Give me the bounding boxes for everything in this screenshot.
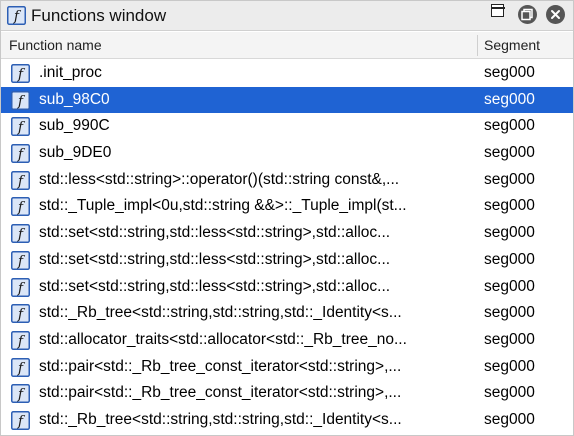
function-segment: seg000 xyxy=(484,250,535,268)
function-name: .init_proc xyxy=(39,64,102,81)
function-f-icon: f xyxy=(11,144,30,164)
function-name: std::pair<std::_Rb_tree_const_iterator<s… xyxy=(39,357,402,375)
title-bar[interactable]: f Functions window xyxy=(1,1,573,31)
function-f-icon: f xyxy=(11,330,30,350)
function-name: std::set<std::string,std::less<std::stri… xyxy=(39,250,391,268)
function-name: sub_98C0 xyxy=(39,90,110,108)
function-list: f .init_proc seg000 f sub_98C0 seg000 f sub_990… xyxy=(1,60,573,434)
function-name: sub_990C xyxy=(39,117,110,135)
function-f-icon: f xyxy=(11,90,30,110)
function-row[interactable]: f std::allocator_traits<std::allocator<st… xyxy=(1,327,573,354)
function-name: std::_Rb_tree<std::string,std::string,st… xyxy=(39,410,402,428)
function-row[interactable]: f .init_proc seg000 xyxy=(1,60,573,87)
function-name: std::_Tuple_impl<0u,std::string &&>::_Tu… xyxy=(39,197,407,215)
function-name: std::pair<std::_Rb_tree_const_iterator<s… xyxy=(39,384,402,402)
functions-window: f Functions window Function name Segment… xyxy=(0,0,574,436)
function-segment: seg000 xyxy=(484,330,535,348)
function-row[interactable]: f std::pair<std::_Rb_tree_const_iterator<… xyxy=(1,380,573,407)
function-row[interactable]: f std::_Rb_tree<std::string,std::string,s… xyxy=(1,300,573,327)
function-segment: seg000 xyxy=(484,410,535,428)
function-f-icon: f xyxy=(7,6,26,25)
column-header: Function name Segment xyxy=(1,32,573,59)
function-segment: seg000 xyxy=(484,357,535,375)
function-segment: seg000 xyxy=(484,304,535,322)
restore-icon[interactable] xyxy=(518,5,537,24)
function-f-icon: f xyxy=(11,357,30,377)
function-row[interactable]: f std::set<std::string,std::less<std::str… xyxy=(1,247,573,274)
function-segment: seg000 xyxy=(484,64,535,81)
function-f-icon: f xyxy=(11,277,30,297)
function-f-icon: f xyxy=(11,410,30,430)
function-row[interactable]: f std::_Tuple_impl<0u,std::string &&>::_T… xyxy=(1,193,573,220)
function-segment: seg000 xyxy=(484,224,535,242)
function-name: std::allocator_traits<std::allocator<std… xyxy=(39,330,407,348)
function-segment: seg000 xyxy=(484,277,535,295)
function-segment: seg000 xyxy=(484,197,535,215)
function-row[interactable]: f std::less<std::string>::operator()(std:… xyxy=(1,167,573,194)
function-f-icon: f xyxy=(11,304,30,324)
function-row[interactable]: f sub_98C0 seg000 xyxy=(1,86,573,114)
column-header-function-name[interactable]: Function name xyxy=(9,32,102,59)
function-f-icon: f xyxy=(11,250,30,270)
function-row[interactable]: f std::pair<std::_Rb_tree_const_iterator<… xyxy=(1,354,573,381)
window-title: Functions window xyxy=(31,6,167,25)
function-name: std::less<std::string>::operator()(std::… xyxy=(39,170,400,188)
column-divider[interactable] xyxy=(477,35,478,56)
function-segment: seg000 xyxy=(484,117,535,135)
function-row[interactable]: f std::_Rb_tree<std::string,std::string,s… xyxy=(1,407,573,434)
function-name: std::set<std::string,std::less<std::stri… xyxy=(39,224,391,242)
function-name: std::_Rb_tree<std::string,std::string,st… xyxy=(39,304,402,322)
function-f-icon: f xyxy=(11,117,30,137)
function-f-icon: f xyxy=(11,384,30,404)
function-segment: seg000 xyxy=(484,384,535,402)
function-row[interactable]: f std::set<std::string,std::less<std::str… xyxy=(1,220,573,247)
function-f-icon: f xyxy=(11,224,30,244)
function-segment: seg000 xyxy=(484,90,535,108)
function-name: std::set<std::string,std::less<std::stri… xyxy=(39,277,391,295)
close-icon[interactable] xyxy=(546,5,565,24)
function-name: sub_9DE0 xyxy=(39,144,112,162)
function-row[interactable]: f sub_990C seg000 xyxy=(1,113,573,140)
function-f-icon: f xyxy=(11,170,30,190)
function-f-icon: f xyxy=(11,64,30,83)
function-segment: seg000 xyxy=(484,144,535,162)
function-row[interactable]: f std::set<std::string,std::less<std::str… xyxy=(1,274,573,301)
column-header-segment[interactable]: Segment xyxy=(484,32,540,59)
function-f-icon: f xyxy=(11,197,30,217)
pin-icon[interactable] xyxy=(490,4,505,17)
function-segment: seg000 xyxy=(484,170,535,188)
function-row[interactable]: f sub_9DE0 seg000 xyxy=(1,140,573,167)
